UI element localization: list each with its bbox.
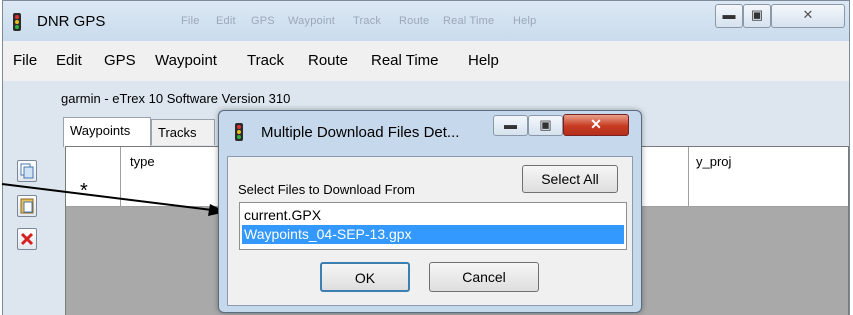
multiple-download-files-dialog: Multiple Download Files Det... ▬ ▣ ✕ Sel… — [218, 110, 642, 313]
dialog-maximize-button[interactable]: ▣ — [528, 115, 563, 136]
list-item-current-gpx[interactable]: current.GPX — [242, 206, 624, 225]
dialog-body: Select Files to Download From Select All… — [227, 156, 633, 306]
file-list[interactable]: current.GPX Waypoints_04-SEP-13.gpx — [239, 202, 627, 250]
cancel-button[interactable]: Cancel — [429, 262, 539, 292]
traffic-light-icon — [235, 123, 243, 141]
ok-button[interactable]: OK — [320, 262, 410, 292]
select-files-prompt: Select Files to Download From — [238, 182, 416, 197]
dialog-title: Multiple Download Files Det... — [261, 124, 460, 141]
select-all-button[interactable]: Select All — [522, 165, 618, 193]
list-item-waypoints-gpx[interactable]: Waypoints_04-SEP-13.gpx — [242, 225, 624, 244]
maximize-icon: ▣ — [539, 117, 552, 132]
dialog-minimize-button[interactable]: ▬ — [493, 115, 528, 136]
minimize-icon: ▬ — [504, 117, 517, 132]
dialog-close-button[interactable]: ✕ — [563, 114, 629, 136]
close-icon: ✕ — [590, 116, 602, 132]
